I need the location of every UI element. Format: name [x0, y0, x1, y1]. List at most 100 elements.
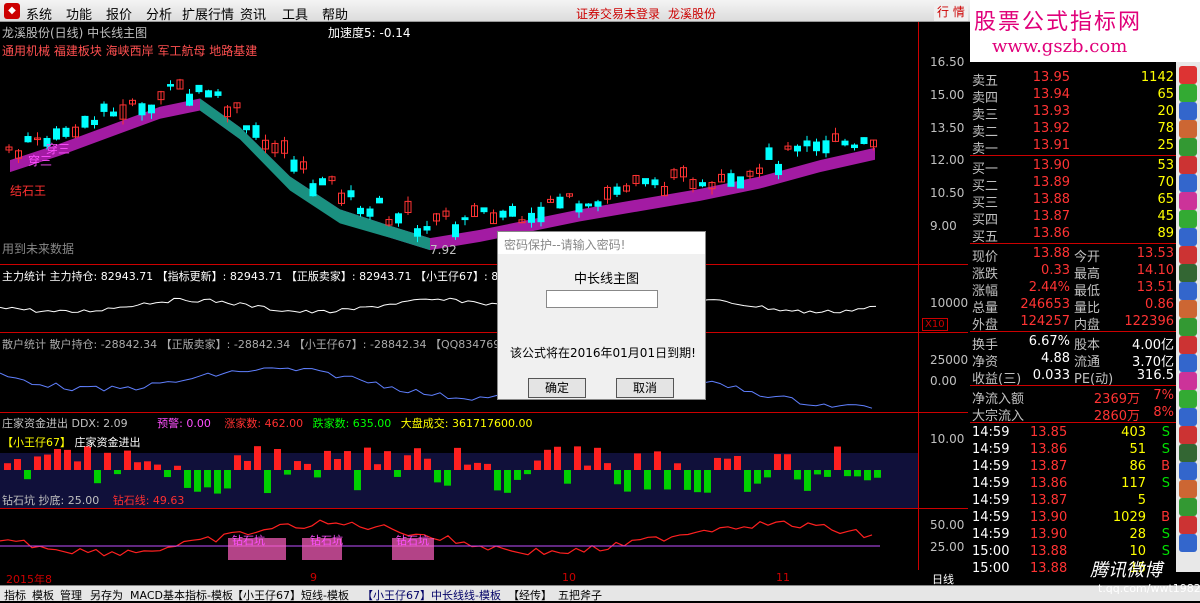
warning-value: 预警: 0.00 — [157, 417, 211, 430]
toolbar-button-icon[interactable] — [1179, 120, 1197, 138]
candle — [347, 190, 355, 198]
cancel-button[interactable]: 取消 — [616, 378, 674, 398]
toolbar-button-icon[interactable] — [1179, 408, 1197, 426]
toolbar-button-icon[interactable] — [1179, 210, 1197, 228]
menu-function[interactable]: 功能 — [66, 4, 92, 23]
toolbar-button-icon[interactable] — [1179, 156, 1197, 174]
toolbar-button-icon[interactable] — [1179, 444, 1197, 462]
menu-news[interactable]: 资讯 — [240, 4, 266, 23]
toolbar-button-icon[interactable] — [1179, 264, 1197, 282]
tick-row: 14:59 13.87 5 — [972, 493, 1146, 508]
candle — [642, 178, 649, 185]
candle — [651, 179, 659, 186]
toolbar-button-icon[interactable] — [1179, 228, 1197, 246]
banner-title: 股票公式指标网 — [974, 10, 1143, 35]
ddx-bar — [774, 454, 781, 470]
menu-bar: ◆ 系统 功能 报价 分析 扩展行情 资讯 工具 帮助 证券交易未登录 龙溪股份… — [0, 0, 970, 23]
ddx-bar — [594, 447, 601, 470]
toolbar-button-icon[interactable] — [1179, 354, 1197, 372]
toolbar-button-icon[interactable] — [1179, 66, 1197, 84]
stat-row: 涨跌 0.33 最高 14.10 — [972, 263, 1174, 282]
stat-row: 外盘 124257 内盘 122396 — [972, 314, 1174, 333]
signal-label: 结石王 — [10, 184, 47, 198]
bid-row: 买四 13.87 45 — [972, 209, 1174, 228]
toolbar-button-icon[interactable] — [1179, 192, 1197, 210]
panel-separator — [0, 264, 968, 265]
toolbar-button-icon[interactable] — [1179, 390, 1197, 408]
ddx-bar — [584, 465, 591, 470]
toolbar-button-icon[interactable] — [1179, 498, 1197, 516]
toolbar-button-icon[interactable] — [1179, 372, 1197, 390]
diamond-pit-label: 钻石坑 — [232, 534, 265, 547]
toolbar-button-icon[interactable] — [1179, 480, 1197, 498]
ddx-bar — [654, 451, 661, 470]
toolbar-button-icon[interactable] — [1179, 336, 1197, 354]
ddx-bar — [344, 451, 351, 470]
ddx-bar — [284, 470, 291, 475]
toolbar-button-icon[interactable] — [1179, 138, 1197, 156]
main-holding-line — [0, 297, 877, 315]
quote-tab[interactable]: 行 情 — [934, 2, 968, 21]
date-axis: 2015年8 9 10 11 日线 — [0, 570, 968, 586]
ddx-bar — [64, 449, 71, 470]
ddx-bar — [454, 447, 461, 470]
candle — [699, 182, 706, 187]
toolbar-button-icon[interactable] — [1179, 84, 1197, 102]
toolbar-button-icon[interactable] — [1179, 534, 1197, 552]
ok-button[interactable]: 确定 — [528, 378, 586, 398]
tick-row: 14:59 13.90 28 S — [972, 527, 1170, 542]
ddx-bar — [814, 470, 821, 475]
candle — [765, 147, 773, 160]
ddx-bar — [34, 456, 41, 470]
menu-system[interactable]: 系统 — [26, 4, 52, 23]
toolbar-button-icon[interactable] — [1179, 246, 1197, 264]
ddx-bar — [374, 464, 381, 470]
bid-row: 买一 13.90 53 — [972, 158, 1174, 177]
author-tag: 【小王仔67】 — [2, 436, 71, 449]
menu-quote[interactable]: 报价 — [106, 4, 132, 23]
diamond-pit-label: 钻石坑 — [310, 534, 343, 547]
ddx-bar — [444, 470, 451, 486]
toolbar-button-icon[interactable] — [1179, 102, 1197, 120]
fin-row: 收益(三) 0.033 PE(动) 316.5 — [972, 368, 1174, 387]
ddx-bar — [744, 470, 751, 492]
login-notice[interactable]: 证券交易未登录 — [576, 5, 660, 22]
candle — [737, 176, 744, 189]
password-input[interactable] — [546, 290, 658, 308]
toolbar-button-icon[interactable] — [1179, 516, 1197, 534]
ddx-bar — [484, 463, 491, 470]
ddx-bar — [114, 470, 121, 475]
stat-row: 现价 13.88 今开 13.53 — [972, 246, 1174, 265]
ddx-bar — [564, 470, 571, 484]
ddx-bar — [874, 470, 881, 478]
menu-extended[interactable]: 扩展行情 — [182, 4, 234, 23]
panel2-title: 主力统计 主力持仓: 82943.71 【指标更新】: 82943.71 【正版… — [2, 270, 499, 283]
app-icon[interactable]: ◆ — [4, 3, 20, 19]
candle — [395, 213, 402, 224]
menu-analysis[interactable]: 分析 — [146, 4, 172, 23]
toolbar-button-icon[interactable] — [1179, 174, 1197, 192]
menu-help[interactable]: 帮助 — [322, 4, 348, 23]
ddx-bar — [664, 470, 671, 490]
candle — [613, 186, 621, 195]
toolbar-button-icon[interactable] — [1179, 426, 1197, 444]
ddx-bar — [134, 462, 141, 470]
chart-area[interactable] — [0, 22, 968, 570]
y-tick: 25.00 — [930, 540, 965, 554]
candle — [91, 119, 98, 126]
unit-badge: X10 — [922, 318, 948, 331]
y-tick: 12.00 — [930, 153, 965, 167]
ddx-bar — [724, 458, 731, 470]
toolbar-button-icon[interactable] — [1179, 462, 1197, 480]
ddx-bar — [604, 463, 611, 470]
stat-row: 涨幅 2.44% 最低 13.51 — [972, 280, 1174, 299]
candle — [528, 212, 535, 223]
ddx-bar — [514, 470, 521, 480]
menu-tools[interactable]: 工具 — [282, 4, 308, 23]
toolbar-button-icon[interactable] — [1179, 318, 1197, 336]
ddx-bar — [434, 470, 441, 483]
y-tick: 13.50 — [930, 121, 965, 135]
toolbar-button-icon[interactable] — [1179, 300, 1197, 318]
candle — [366, 208, 374, 217]
toolbar-button-icon[interactable] — [1179, 282, 1197, 300]
